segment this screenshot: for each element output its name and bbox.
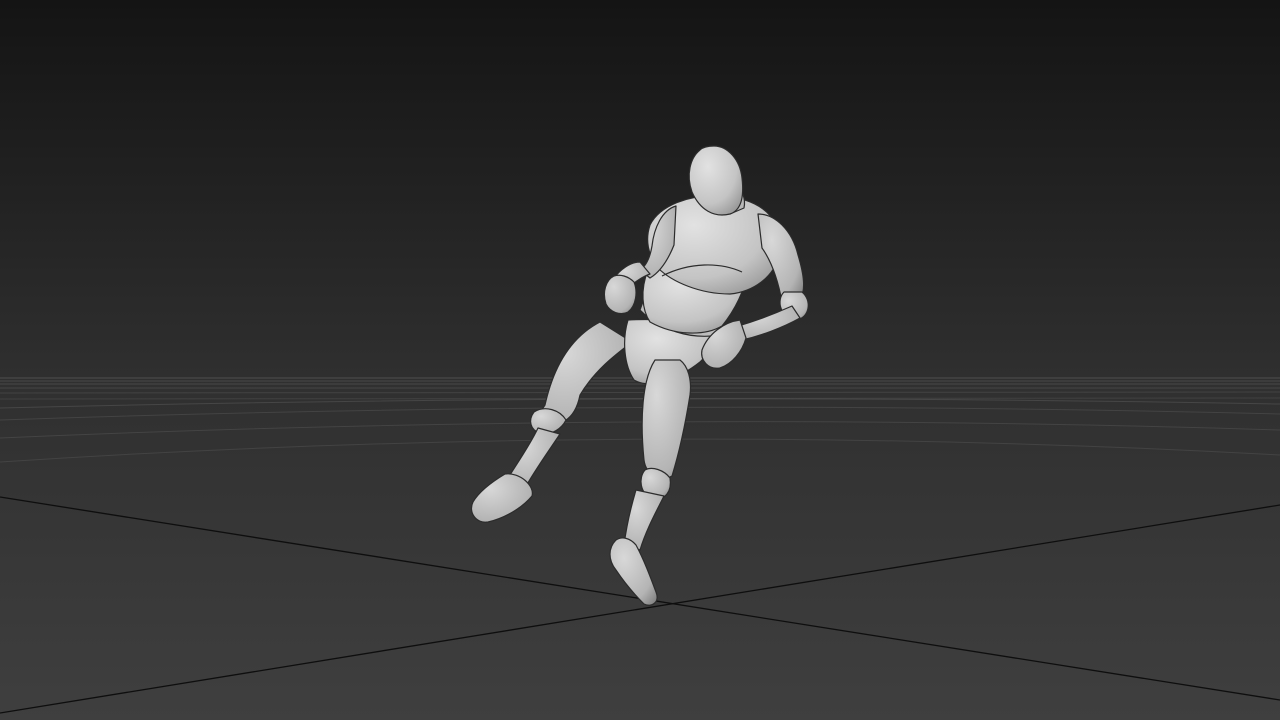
viewport-canvas[interactable] (0, 0, 1280, 720)
left-hand (603, 274, 637, 315)
3d-viewport[interactable] (0, 0, 1280, 720)
